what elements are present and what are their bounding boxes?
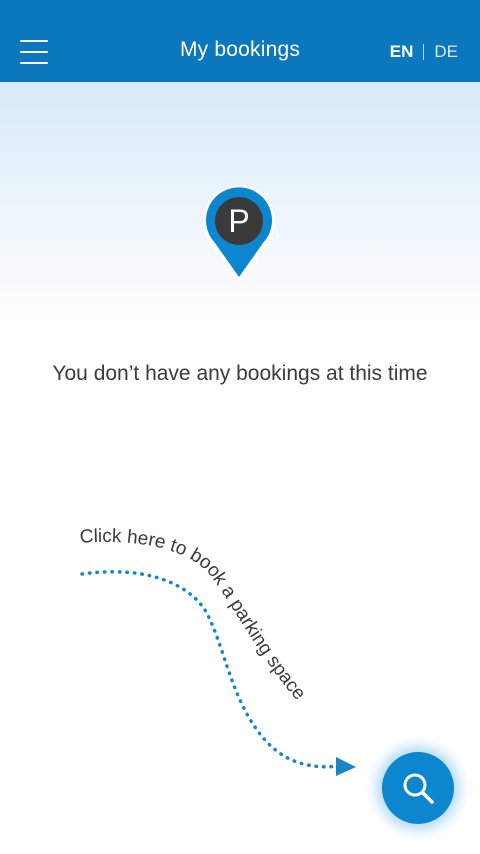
empty-state-message: You don’t have any bookings at this time bbox=[52, 362, 428, 385]
search-icon bbox=[403, 773, 434, 804]
language-en-button[interactable]: EN bbox=[390, 42, 414, 62]
language-switcher: EN DE bbox=[390, 42, 458, 62]
language-divider bbox=[423, 44, 425, 60]
search-fab-button[interactable] bbox=[382, 752, 454, 824]
language-de-button[interactable]: DE bbox=[434, 42, 458, 62]
app-bar: My bookings EN DE bbox=[0, 0, 480, 82]
arrow-head-icon bbox=[336, 757, 356, 776]
hint-text-path: Click here to book a parking space bbox=[79, 526, 309, 704]
hint-text: Click here to book a parking space bbox=[79, 526, 309, 704]
menu-line bbox=[20, 62, 48, 64]
pin-letter: P bbox=[228, 203, 249, 239]
dotted-arrow-path bbox=[80, 570, 342, 769]
parking-pin-icon: P bbox=[203, 185, 275, 281]
